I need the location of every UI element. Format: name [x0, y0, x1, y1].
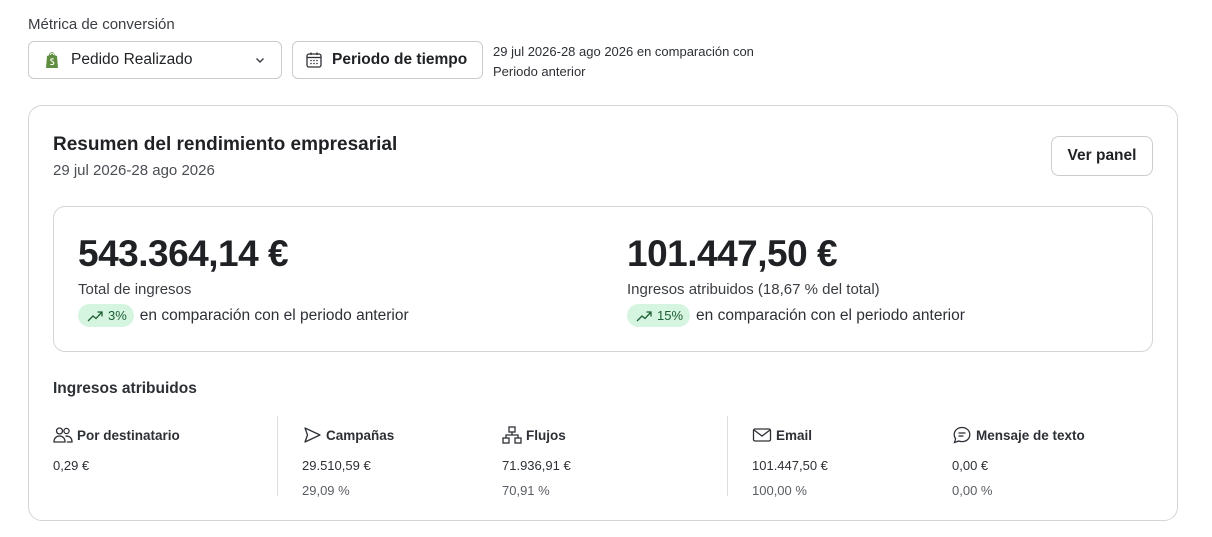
column-percent: 29,09 % — [302, 483, 350, 498]
calendar-icon — [305, 51, 323, 69]
view-panel-button[interactable]: Ver panel — [1051, 136, 1153, 176]
sms-icon — [952, 426, 972, 444]
attributed-revenue-title: Ingresos atribuidos — [53, 380, 197, 397]
kpi-value: 101.447,50 € — [627, 233, 838, 274]
change-value: 3% — [108, 308, 127, 323]
conversion-metric-select[interactable]: Pedido Realizado — [28, 41, 282, 79]
comparison-text: en comparación con el periodo anterior — [139, 306, 409, 324]
kpi-comparison: 15% en comparación con el periodo anteri… — [627, 304, 965, 327]
column-divider — [277, 416, 278, 496]
change-badge: 15% — [627, 304, 691, 327]
mail-icon — [752, 426, 772, 444]
metric-label: Métrica de conversión — [28, 16, 175, 33]
trend-up-icon — [86, 309, 104, 323]
card-title: Resumen del rendimiento empresarial — [53, 134, 398, 155]
column-percent: 100,00 % — [752, 483, 807, 498]
column-header: Por destinatario — [53, 426, 180, 444]
column-label: Flujos — [526, 427, 566, 443]
column-label: Campañas — [326, 427, 395, 443]
kpi-attributed-revenue: 101.447,50 € Ingresos atribuidos (18,67 … — [627, 233, 965, 327]
time-period-button[interactable]: Periodo de tiempo — [292, 41, 483, 79]
business-performance-card: Resumen del rendimiento empresarial 29 j… — [28, 105, 1178, 521]
column-value: 0,29 € — [53, 458, 90, 473]
column-label: Email — [776, 427, 813, 443]
comparison-note: 29 jul 2026-28 ago 2026 en comparación c… — [493, 44, 754, 79]
kpi-value: 543.364,14 € — [78, 233, 289, 274]
column-header: Email — [752, 426, 828, 444]
comparison-text: en comparación con el periodo anterior — [696, 306, 965, 324]
column-value: 29.510,59 € — [302, 458, 371, 473]
metric-select-value: Pedido Realizado — [71, 51, 193, 68]
column-percent: 0,00 % — [952, 483, 993, 498]
column-label: Mensaje de texto — [976, 427, 1085, 443]
send-icon — [302, 426, 322, 444]
recipients-icon — [53, 426, 73, 444]
trend-up-icon — [635, 309, 653, 323]
column-value: 0,00 € — [952, 458, 989, 473]
column-percent: 70,91 % — [502, 483, 550, 498]
shopify-icon — [43, 51, 61, 69]
flow-icon — [502, 426, 522, 444]
column-label: Por destinatario — [77, 427, 180, 443]
kpi-label: Ingresos atribuidos (18,67 % del total) — [627, 281, 880, 298]
attributed-col-recipient: Por destinatario 0,29 € — [53, 426, 180, 473]
attributed-col-email: Email 101.447,50 € 100,00 % — [752, 426, 828, 499]
column-header: Flujos — [502, 426, 571, 444]
kpi-panel: 543.364,14 € Total de ingresos 3% en com… — [53, 206, 1153, 352]
attributed-col-sms: Mensaje de texto 0,00 € 0,00 % — [952, 426, 1085, 498]
kpi-total-revenue: 543.364,14 € Total de ingresos 3% en com… — [78, 233, 409, 327]
card-date-range: 29 jul 2026-28 ago 2026 — [53, 162, 215, 179]
column-header: Mensaje de texto — [952, 426, 1085, 444]
chevron-down-icon — [253, 53, 267, 67]
change-badge: 3% — [78, 304, 134, 327]
column-value: 71.936,91 € — [502, 458, 571, 473]
kpi-comparison: 3% en comparación con el periodo anterio… — [78, 304, 409, 327]
change-value: 15% — [657, 308, 684, 323]
attributed-col-campaigns: Campañas 29.510,59 € 29,09 % — [302, 426, 394, 498]
column-value: 101.447,50 € — [752, 458, 828, 473]
time-period-label: Periodo de tiempo — [332, 51, 468, 68]
column-divider — [727, 416, 728, 496]
column-header: Campañas — [302, 426, 394, 444]
attributed-col-flows: Flujos 71.936,91 € 70,91 % — [502, 426, 571, 498]
kpi-label: Total de ingresos — [78, 281, 192, 298]
